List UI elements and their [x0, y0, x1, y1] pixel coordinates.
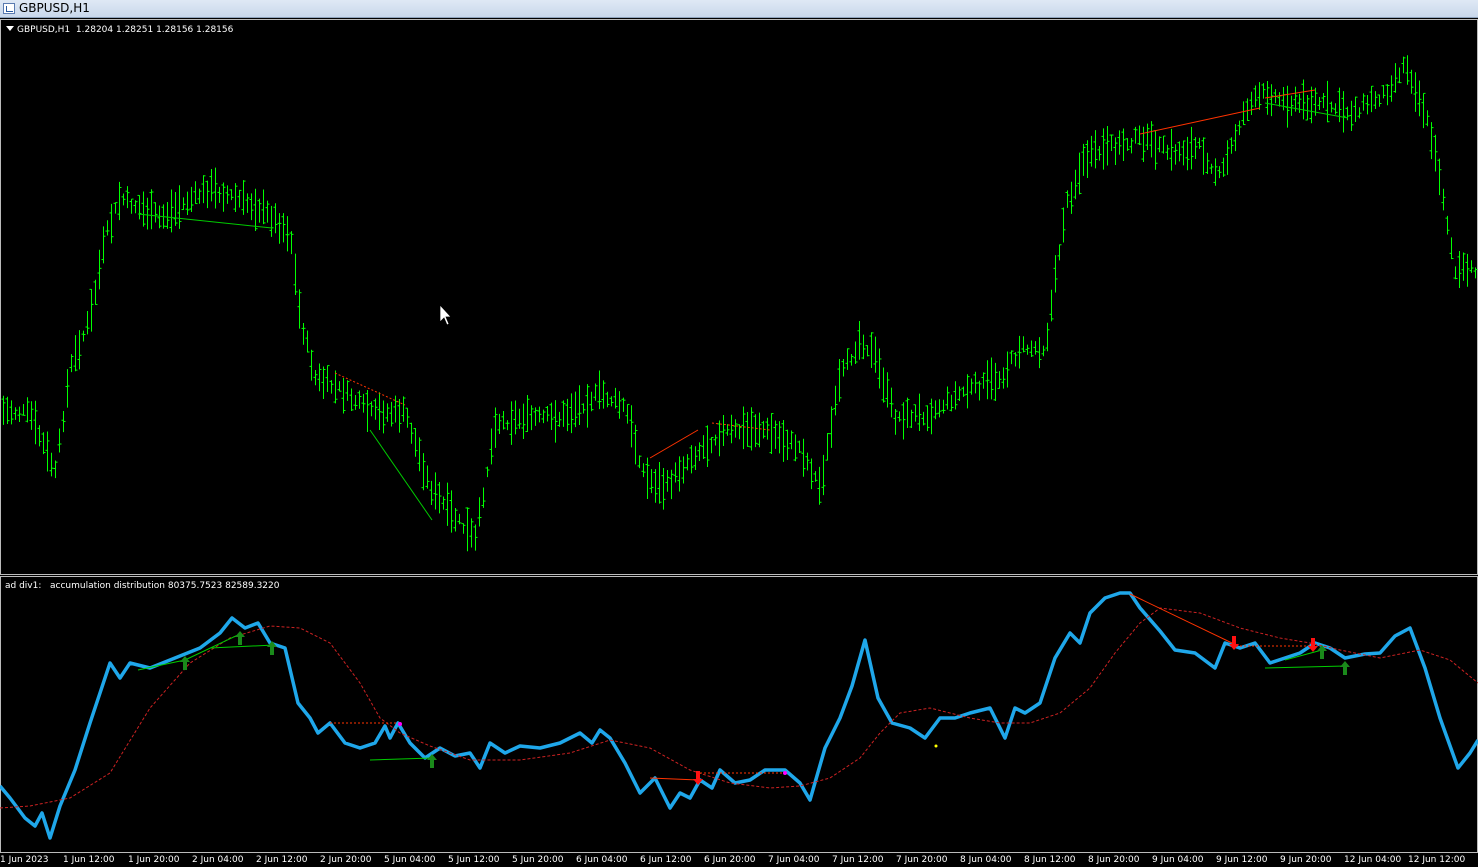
window-title: GBPUSD,H1	[19, 1, 90, 15]
time-label: 2 Jun 04:00	[192, 855, 244, 865]
time-label: 1 Jun 2023	[0, 855, 49, 865]
indicator-description: accumulation distribution 80375.7523 825…	[49, 581, 280, 591]
time-label: 5 Jun 12:00	[448, 855, 500, 865]
time-label: 12 Jun 12:00	[1408, 855, 1466, 865]
time-label: 5 Jun 04:00	[384, 855, 436, 865]
time-label: 8 Jun 04:00	[960, 855, 1012, 865]
mouse-cursor-icon	[439, 304, 452, 326]
indicator-panel-label: ad div1: accumulation distribution 80375…	[5, 581, 280, 591]
chart-area[interactable]: GBPUSD,H1 1.28204 1.28251 1.28156 1.2815…	[0, 18, 1478, 867]
symbol-label: GBPUSD,H1	[17, 25, 71, 35]
signal-dot	[398, 722, 402, 726]
indicator-divergence-line	[209, 644, 276, 649]
dropdown-triangle-icon[interactable]	[6, 26, 14, 31]
time-label: 2 Jun 20:00	[320, 855, 372, 865]
indicator-divergence-line	[1129, 593, 1233, 644]
main-panel-label: GBPUSD,H1 1.28204 1.28251 1.28156 1.2815…	[6, 25, 233, 35]
indicator-divergence-line	[1264, 665, 1346, 669]
time-label: 1 Jun 12:00	[63, 855, 115, 865]
time-label: 6 Jun 12:00	[640, 855, 692, 865]
signal-dot	[783, 771, 787, 775]
divergence-line	[369, 429, 433, 521]
time-axis: 1 Jun 2023 1 Jun 12:00 1 Jun 20:00 2 Jun…	[0, 853, 1478, 867]
chart-canvas[interactable]	[0, 18, 1478, 867]
ohlc-values: 1.28204 1.28251 1.28156 1.28156	[75, 25, 234, 35]
time-label: 2 Jun 12:00	[256, 855, 308, 865]
time-label: 5 Jun 20:00	[512, 855, 564, 865]
divergence-line	[334, 372, 406, 406]
chart-window-icon	[3, 3, 15, 14]
ad-line	[0, 591, 1478, 840]
time-label: 8 Jun 12:00	[1024, 855, 1076, 865]
indicator-panel-frame	[0, 576, 1478, 853]
buy-arrow-icon	[235, 631, 245, 645]
time-label: 7 Jun 20:00	[896, 855, 948, 865]
window-titlebar[interactable]: GBPUSD,H1	[0, 0, 1478, 18]
ad-signal-line	[0, 607, 1478, 809]
time-label: 1 Jun 20:00	[128, 855, 180, 865]
divergence-line	[649, 429, 699, 459]
indicator-name: ad div1:	[5, 581, 42, 591]
time-label: 9 Jun 20:00	[1280, 855, 1332, 865]
signal-dot	[934, 744, 938, 748]
time-label: 7 Jun 04:00	[768, 855, 820, 865]
time-label: 9 Jun 04:00	[1152, 855, 1204, 865]
time-label: 7 Jun 12:00	[832, 855, 884, 865]
time-label: 12 Jun 04:00	[1344, 855, 1402, 865]
buy-arrow-icon	[1340, 661, 1350, 675]
time-label: 8 Jun 20:00	[1088, 855, 1140, 865]
time-label: 6 Jun 20:00	[704, 855, 756, 865]
time-label: 6 Jun 04:00	[576, 855, 628, 865]
divergence-line	[711, 422, 771, 431]
time-label: 9 Jun 12:00	[1216, 855, 1268, 865]
indicator-divergence-line	[369, 757, 433, 761]
